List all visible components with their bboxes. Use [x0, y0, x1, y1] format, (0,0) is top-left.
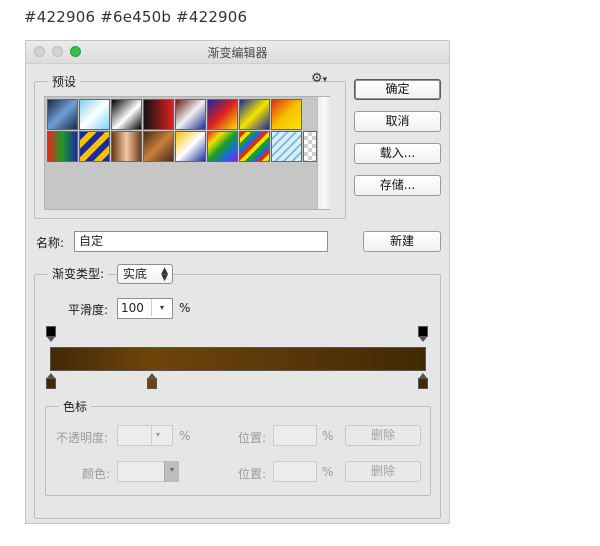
opacity-label: 不透明度: — [56, 431, 109, 445]
opacity-dropdown-icon: ▾ — [156, 430, 161, 439]
preset-swatch[interactable] — [175, 131, 206, 162]
preset-swatch[interactable] — [143, 131, 174, 162]
preset-swatch[interactable] — [143, 99, 174, 130]
color-swatch-field[interactable]: ▾ — [117, 461, 179, 482]
color-stop-left[interactable] — [46, 373, 56, 390]
position-label: 位置: — [238, 431, 267, 445]
position-unit: % — [322, 429, 334, 443]
new-button[interactable]: 新建 — [363, 231, 441, 252]
position2-unit: % — [322, 465, 334, 479]
opacity-unit: % — [179, 429, 191, 443]
smoothness-value: 100 — [121, 301, 144, 315]
preset-scrollbar[interactable] — [317, 97, 331, 209]
preset-swatch[interactable] — [271, 99, 302, 130]
preset-swatch[interactable] — [207, 131, 238, 162]
delete-color-stop-button[interactable]: 删除 — [345, 461, 421, 482]
gradient-type-value: 实底 — [123, 267, 148, 281]
stepper-arrows-icon: ▲ ▼ — [161, 266, 168, 283]
gradient-type-label: 渐变类型: — [48, 265, 109, 282]
name-label: 名称: — [36, 236, 65, 250]
delete-opacity-stop-button[interactable]: 删除 — [345, 425, 421, 446]
preset-swatch[interactable] — [239, 131, 270, 162]
gradient-preview-bar[interactable] — [50, 347, 426, 371]
color-caption: #422906 #6e450b #422906 — [24, 8, 248, 26]
title-bar: 渐变编辑器 — [26, 41, 449, 64]
cancel-button[interactable]: 取消 — [354, 111, 441, 132]
save-button[interactable]: 存储... — [354, 175, 441, 196]
preset-swatch[interactable] — [79, 99, 110, 130]
opacity-stop-right[interactable] — [418, 326, 428, 343]
preset-swatch[interactable] — [239, 99, 270, 130]
preset-swatch[interactable] — [207, 99, 238, 130]
name-field[interactable]: 自定 — [74, 231, 328, 252]
position2-label: 位置: — [238, 467, 267, 481]
gear-icon[interactable]: ⚙▾ — [311, 71, 327, 86]
smoothness-dropdown-icon[interactable]: ▾ — [151, 299, 172, 316]
preset-swatch[interactable] — [47, 99, 78, 130]
preset-swatch[interactable] — [271, 131, 302, 162]
window-title: 渐变编辑器 — [207, 46, 268, 60]
opacity-field[interactable]: ▾ — [117, 425, 173, 446]
color-dropdown-icon: ▾ — [164, 461, 179, 482]
smoothness-unit: % — [179, 301, 191, 315]
presets-label: 预设 — [48, 73, 81, 90]
preset-swatches-panel — [44, 96, 331, 210]
preset-swatch-transparent[interactable] — [303, 131, 317, 162]
color-stop-middle[interactable] — [147, 373, 157, 390]
preset-swatch[interactable] — [175, 99, 206, 130]
stops-group — [45, 406, 431, 496]
stops-group-label: 色标 — [59, 398, 92, 415]
preset-swatch[interactable] — [79, 131, 110, 162]
smoothness-label: 平滑度: — [68, 303, 109, 317]
position2-field[interactable] — [273, 461, 317, 482]
opacity-stop-left[interactable] — [46, 326, 56, 343]
ok-button[interactable]: 确定 — [354, 79, 441, 100]
preset-swatch[interactable] — [111, 99, 142, 130]
preset-swatch[interactable] — [47, 131, 78, 162]
color-label: 颜色: — [82, 467, 111, 481]
color-stop-right[interactable] — [418, 373, 428, 390]
gradient-editor-dialog: 渐变编辑器 预设 ⚙▾ 确定 取消 载入... 存储... 名称: 自定 新建 … — [25, 40, 450, 524]
gradient-type-select[interactable]: 实底 ▲ ▼ — [117, 264, 173, 284]
preset-swatch[interactable] — [111, 131, 142, 162]
load-button[interactable]: 载入... — [354, 143, 441, 164]
position-field[interactable] — [273, 425, 317, 446]
